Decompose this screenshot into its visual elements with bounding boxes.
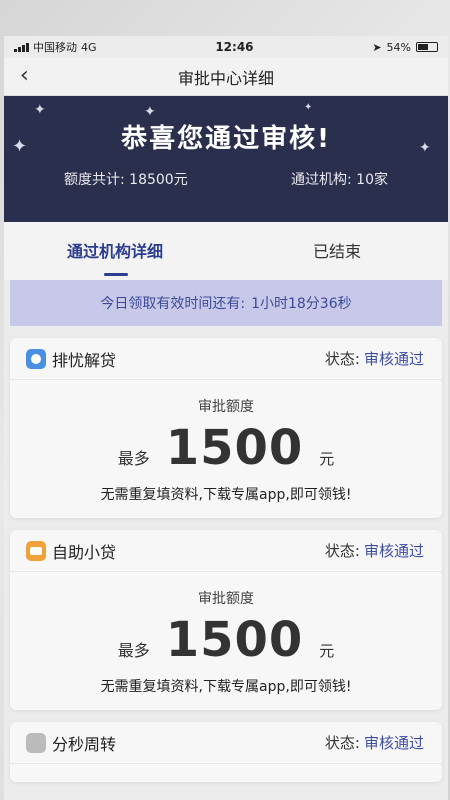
total-value: 18500元 (129, 172, 188, 188)
status-left: 中国移动 4G (14, 39, 97, 55)
tab-approved-orgs[interactable]: 通过机构详细 (4, 222, 226, 280)
tab-bar: 通过机构详细 已结束 (4, 222, 448, 280)
banner-summary: 额度共计: 18500元 通过机构: 10家 (4, 155, 448, 189)
lender-name: 分秒周转 (26, 731, 116, 755)
back-chevron-icon[interactable]: ‹ (20, 65, 29, 87)
lender-card[interactable]: 排忧解贷 状态: 审核通过 审批额度 最多 1500 元 无需重复填资料,下载专属… (10, 338, 442, 518)
status-time: 12:46 (215, 40, 254, 54)
tab-ended[interactable]: 已结束 (226, 222, 448, 280)
lender-logo-icon (26, 732, 46, 753)
page-title: 审批中心详细 (177, 68, 274, 88)
card-header: 排忧解贷 状态: 审核通过 (10, 338, 442, 380)
status-value: 审核通过 (363, 542, 424, 560)
amount-value: 1500 (165, 420, 304, 476)
lender-name-label: 排忧解贷 (52, 350, 117, 370)
banner-title: 恭喜您通过审核! (121, 124, 331, 154)
lender-logo-icon (26, 540, 46, 561)
card-header: 分秒周转 状态: 审核通过 (10, 722, 442, 764)
photo-frame: 中国移动 4G 12:46 ➤ 54% ‹ 审批中心详细 ✦ ✦ ✦ ✦ ✦ 恭… (0, 0, 450, 800)
approved-orgs: 通过机构: 10家 (291, 169, 388, 189)
phone-screen: 中国移动 4G 12:46 ➤ 54% ‹ 审批中心详细 ✦ ✦ ✦ ✦ ✦ 恭… (4, 36, 448, 800)
amount-prefix: 最多 (117, 641, 150, 660)
status-text: 状态: 审核通过 (325, 348, 424, 369)
status-value: 审核通过 (363, 734, 424, 752)
countdown-time: 1小时18分36秒 (251, 296, 352, 312)
status-text: 状态: 审核通过 (325, 732, 424, 753)
status-text: 状态: 审核通过 (325, 540, 424, 561)
card-note: 无需重复填资料,下载专属app,即可领钱! (100, 487, 352, 503)
lender-name: 自助小贷 (26, 539, 116, 563)
amount-label: 审批额度 (198, 399, 254, 415)
amount-unit: 元 (319, 642, 335, 660)
amount-row: 最多 1500 元 (10, 612, 442, 668)
sparkle-icon: ✦ (34, 102, 46, 118)
battery-icon (416, 42, 438, 52)
countdown-label: 今日领取有效时间还有: (100, 296, 246, 312)
approval-banner: ✦ ✦ ✦ ✦ ✦ 恭喜您通过审核! 额度共计: 18500元 通过机构: 10… (4, 96, 448, 222)
status-label: 状态: (324, 734, 360, 752)
lender-name: 排忧解贷 (26, 347, 116, 371)
carrier-label: 中国移动 (33, 41, 77, 54)
total-amount: 额度共计: 18500元 (64, 169, 188, 189)
card-header: 自助小贷 状态: 审核通过 (10, 530, 442, 572)
amount-label: 审批额度 (198, 591, 254, 607)
status-value: 审核通过 (363, 350, 424, 368)
location-icon: ➤ (372, 40, 382, 54)
sparkle-icon: ✦ (144, 104, 156, 120)
status-label: 状态: (324, 542, 360, 560)
signal-icon (14, 42, 29, 52)
status-label: 状态: (324, 350, 360, 368)
sparkle-icon: ✦ (304, 102, 313, 113)
active-tab-indicator (104, 273, 128, 276)
amount-prefix: 最多 (117, 449, 150, 468)
lender-name-label: 自助小贷 (52, 542, 117, 562)
amount-unit: 元 (319, 450, 335, 468)
network-label: 4G (81, 40, 97, 54)
lender-card[interactable]: 分秒周转 状态: 审核通过 (10, 722, 442, 782)
battery-label: 54% (386, 40, 411, 54)
sparkle-icon: ✦ (419, 140, 431, 156)
orgs-value: 10家 (356, 172, 388, 188)
amount-row: 最多 1500 元 (10, 420, 442, 476)
sparkle-icon: ✦ (12, 136, 28, 157)
lender-card[interactable]: 自助小贷 状态: 审核通过 审批额度 最多 1500 元 无需重复填资料,下载专属… (10, 530, 442, 710)
lender-logo-icon (26, 348, 46, 369)
orgs-label: 通过机构: (291, 172, 352, 188)
card-note: 无需重复填资料,下载专属app,即可领钱! (100, 679, 352, 695)
countdown-banner: 今日领取有效时间还有: 1小时18分36秒 (10, 280, 442, 326)
nav-bar: ‹ 审批中心详细 (4, 58, 448, 96)
card-body: 审批额度 最多 1500 元 无需重复填资料,下载专属app,即可领钱! (10, 380, 442, 518)
card-body: 审批额度 最多 1500 元 无需重复填资料,下载专属app,即可领钱! (10, 572, 442, 710)
status-bar: 中国移动 4G 12:46 ➤ 54% (4, 36, 448, 58)
status-right: ➤ 54% (372, 41, 438, 54)
lender-name-label: 分秒周转 (52, 734, 117, 754)
amount-value: 1500 (165, 612, 304, 668)
total-label: 额度共计: (64, 172, 125, 188)
